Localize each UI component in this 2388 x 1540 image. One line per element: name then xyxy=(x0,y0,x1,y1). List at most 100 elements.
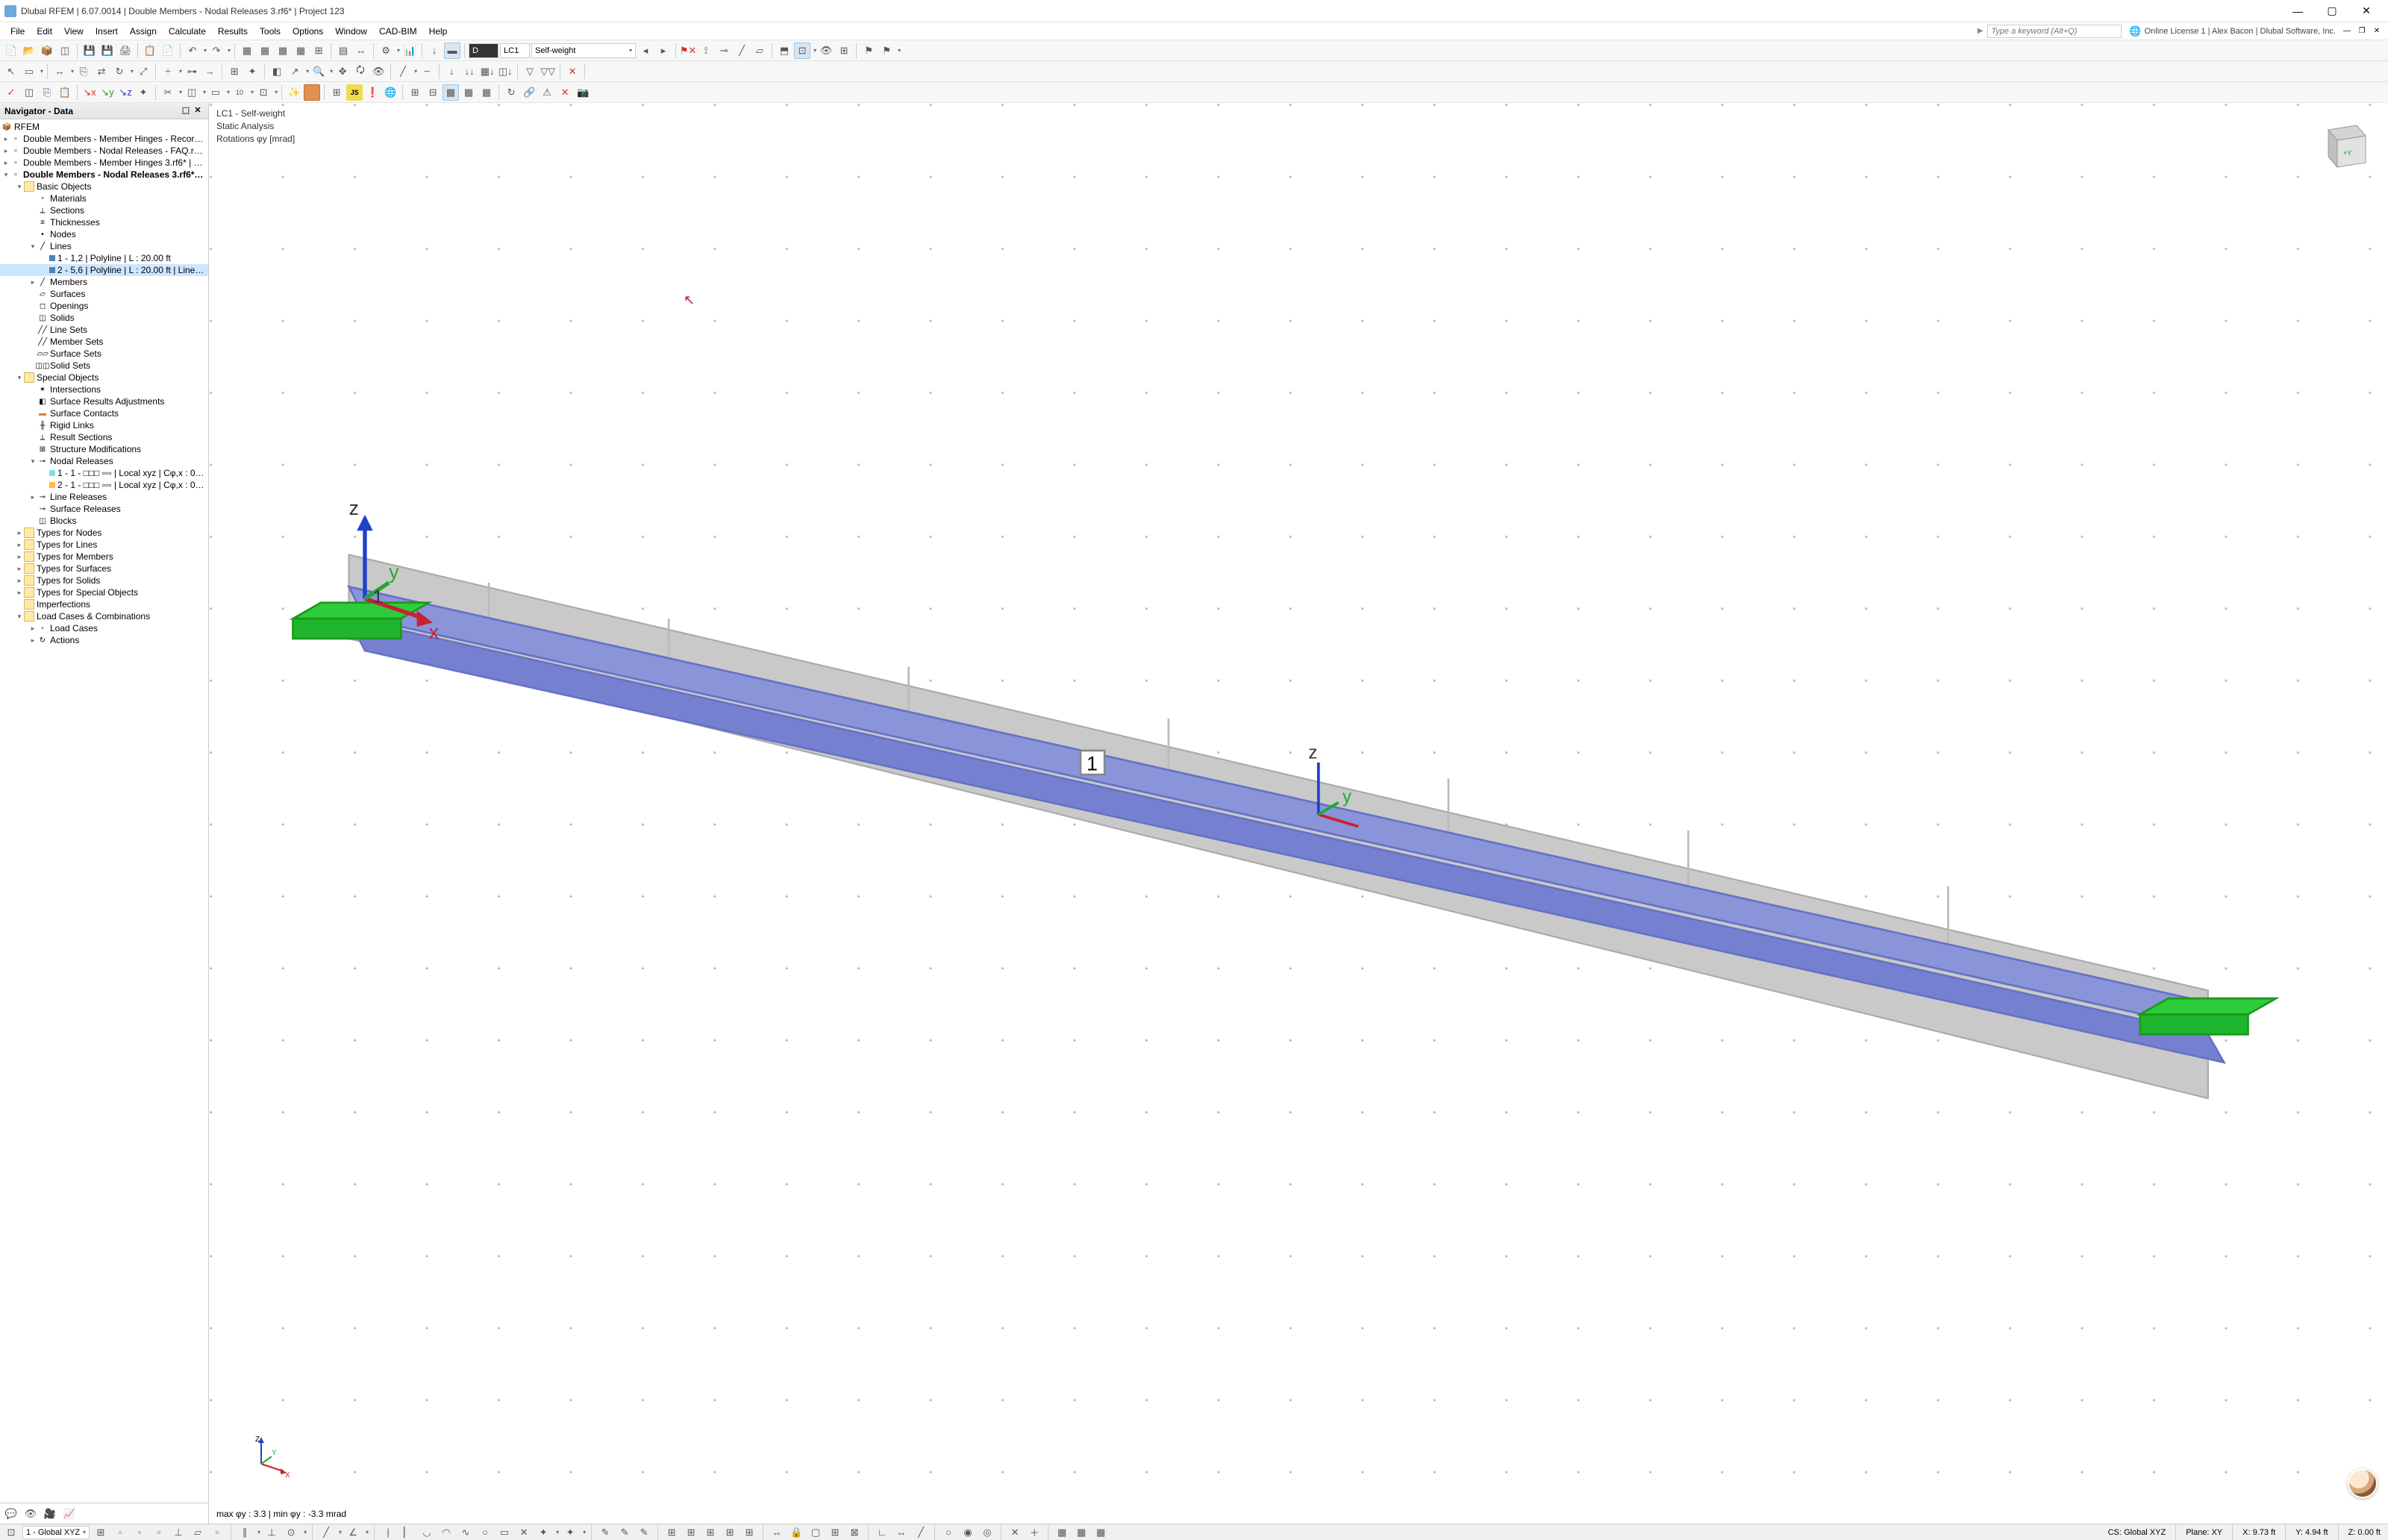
member-button[interactable]: ╱ xyxy=(734,43,750,59)
sb-ruler-button[interactable]: ↔ xyxy=(769,1524,785,1540)
loads-button[interactable]: ↓ xyxy=(426,43,443,59)
menu-results[interactable]: Results xyxy=(212,25,254,38)
tree-item[interactable]: Types for Members xyxy=(37,551,113,562)
nav-results-tab[interactable]: 📈 xyxy=(61,1506,78,1522)
sb-grid3-button[interactable]: ⊞ xyxy=(702,1524,719,1540)
surface-button[interactable]: ▱ xyxy=(751,43,768,59)
solid-load-button[interactable]: ◫↓ xyxy=(497,63,513,80)
line-item-selected[interactable]: 2 - 5,6 | Polyline | L : 20.00 ft | Line… xyxy=(57,265,205,275)
tree-item[interactable]: Sections xyxy=(50,205,84,216)
support-button[interactable]: ⟟ xyxy=(698,43,714,59)
expand-icon[interactable]: ▸ xyxy=(28,493,37,501)
sb-rect-button[interactable]: ▭ xyxy=(496,1524,513,1540)
eye-button[interactable]: 👁 xyxy=(818,43,834,59)
block-manager-button[interactable]: ◫ xyxy=(57,43,73,59)
tree-item[interactable]: Imperfections xyxy=(37,599,90,610)
connect-button[interactable]: ⊶ xyxy=(184,63,200,80)
tree-item[interactable]: Types for Nodes xyxy=(37,528,101,538)
sb-circle4-button[interactable]: ◎ xyxy=(979,1524,995,1540)
tree-item[interactable]: Member Sets xyxy=(50,337,103,347)
child-minimize-button[interactable]: — xyxy=(2340,25,2354,37)
nav-display-tab[interactable]: 👁 xyxy=(22,1506,39,1522)
scale-button[interactable]: ⤢ xyxy=(135,63,151,80)
snap-mid-button[interactable]: ◦ xyxy=(131,1524,148,1540)
config-button[interactable]: ⊡ xyxy=(794,43,810,59)
tree-root[interactable]: RFEM xyxy=(14,122,40,132)
wf-xyz-button[interactable]: ✦ xyxy=(135,84,151,101)
sb-line-button[interactable]: ╱ xyxy=(318,1524,334,1540)
clip-button[interactable]: ✂ xyxy=(160,84,176,101)
select-rect-button[interactable]: ▭ xyxy=(21,63,37,80)
expand-icon[interactable]: ▸ xyxy=(1,147,10,155)
camera-button[interactable]: 📷 xyxy=(575,84,591,101)
expand-icon[interactable]: ▸ xyxy=(15,565,24,573)
sb-cross-button[interactable]: ✕ xyxy=(516,1524,532,1540)
lc-code-dropdown[interactable]: LC1 xyxy=(500,43,530,58)
tree-item[interactable]: Materials xyxy=(50,193,87,204)
tree-item[interactable]: Types for Lines xyxy=(37,539,97,550)
sb-grid4-button[interactable]: ⊞ xyxy=(722,1524,738,1540)
tree-item[interactable]: Surface Contacts xyxy=(50,408,119,419)
expand-icon[interactable]: ▸ xyxy=(15,589,24,597)
sb-view3-button[interactable]: ▦ xyxy=(1093,1524,1109,1540)
walk-button[interactable]: 👁 xyxy=(370,63,387,80)
child-close-button[interactable]: ✕ xyxy=(2370,25,2384,37)
snap-endpoint-button[interactable]: ◦ xyxy=(112,1524,128,1540)
exclaim-button[interactable]: ❗ xyxy=(364,84,381,101)
menu-tools[interactable]: Tools xyxy=(254,25,287,38)
new-file-button[interactable]: 📄 xyxy=(3,43,19,59)
sb-parallel-button[interactable]: ∥ xyxy=(237,1524,253,1540)
expand-icon[interactable]: ▸ xyxy=(28,625,37,633)
sb-circle2-button[interactable]: ○ xyxy=(940,1524,957,1540)
calculate-button[interactable]: ⚙ xyxy=(378,43,394,59)
sb-line2-button[interactable]: ╱ xyxy=(913,1524,929,1540)
window-3-button[interactable]: ▦ xyxy=(275,43,291,59)
sb-grid1-button[interactable]: ⊞ xyxy=(663,1524,680,1540)
snap-face-button[interactable]: ▱ xyxy=(190,1524,206,1540)
collapse-icon[interactable]: ▾ xyxy=(15,183,24,191)
hinge-button[interactable]: ⊸ xyxy=(716,43,732,59)
result-values-button[interactable]: ▦ xyxy=(460,84,477,101)
globe-icon[interactable]: 🌐 xyxy=(2129,25,2141,37)
undo-button[interactable]: ↶ xyxy=(184,43,201,59)
window-grid-button[interactable]: ⊞ xyxy=(310,43,327,59)
tree-item[interactable]: Types for Solids xyxy=(37,575,100,586)
wf-x-button[interactable]: ↘x xyxy=(81,84,98,101)
tree-item-nodal-releases[interactable]: Nodal Releases xyxy=(50,456,113,466)
nav-views-tab[interactable]: 🎥 xyxy=(42,1506,58,1522)
lc-next-button[interactable]: ▸ xyxy=(655,43,672,59)
display-button[interactable]: ⊞ xyxy=(836,43,852,59)
collapse-icon[interactable]: ▾ xyxy=(15,374,24,382)
lc-type-badge[interactable]: D xyxy=(469,43,498,58)
shrink-button[interactable]: ⊡ xyxy=(255,84,272,101)
tree-item[interactable]: Nodes xyxy=(50,229,76,240)
view-iso-button[interactable]: ◧ xyxy=(269,63,285,80)
model-item[interactable]: Double Members - Member Hinges 3.rf6* | … xyxy=(23,157,205,168)
release-item[interactable]: 1 - 1 - □□□ ▫▫▫ | Local xyz | Cφ,x : 0.0… xyxy=(57,468,205,478)
cs-dropdown[interactable]: 1 - Global XYZ▾ xyxy=(22,1526,90,1539)
line-item[interactable]: 1 - 1,2 | Polyline | L : 20.00 ft xyxy=(57,253,171,263)
special-objects-folder[interactable]: Special Objects xyxy=(37,372,99,383)
sb-edit1-button[interactable]: ✎ xyxy=(597,1524,613,1540)
tree-item[interactable]: Intersections xyxy=(50,384,101,395)
mesh-button[interactable]: ⊞ xyxy=(328,84,345,101)
refresh-button[interactable]: ↻ xyxy=(503,84,519,101)
tree-item[interactable]: Line Sets xyxy=(50,325,87,335)
cube-preview-button[interactable]: ◫ xyxy=(21,84,37,101)
sb-grid2-button[interactable]: ⊞ xyxy=(683,1524,699,1540)
pan-button[interactable]: ✥ xyxy=(334,63,351,80)
tree-item[interactable]: Thicknesses xyxy=(50,217,100,228)
cursor-button[interactable]: ↖ xyxy=(3,63,19,80)
menu-edit[interactable]: Edit xyxy=(31,25,58,38)
menu-view[interactable]: View xyxy=(58,25,90,38)
snap-grid-button[interactable]: ⊞ xyxy=(93,1524,109,1540)
sb-circle3-button[interactable]: ◉ xyxy=(960,1524,976,1540)
print-button[interactable]: 🖨 xyxy=(117,43,134,59)
menu-window[interactable]: Window xyxy=(329,25,373,38)
tree-item[interactable]: Types for Surfaces xyxy=(37,563,111,574)
expand-icon[interactable]: ▸ xyxy=(28,278,37,287)
open-file-button[interactable]: 📂 xyxy=(21,43,37,59)
view-dir-button[interactable]: ↗ xyxy=(287,63,303,80)
search-play-icon[interactable]: ▶ xyxy=(1978,27,1984,35)
report-button[interactable]: 📋 xyxy=(142,43,158,59)
